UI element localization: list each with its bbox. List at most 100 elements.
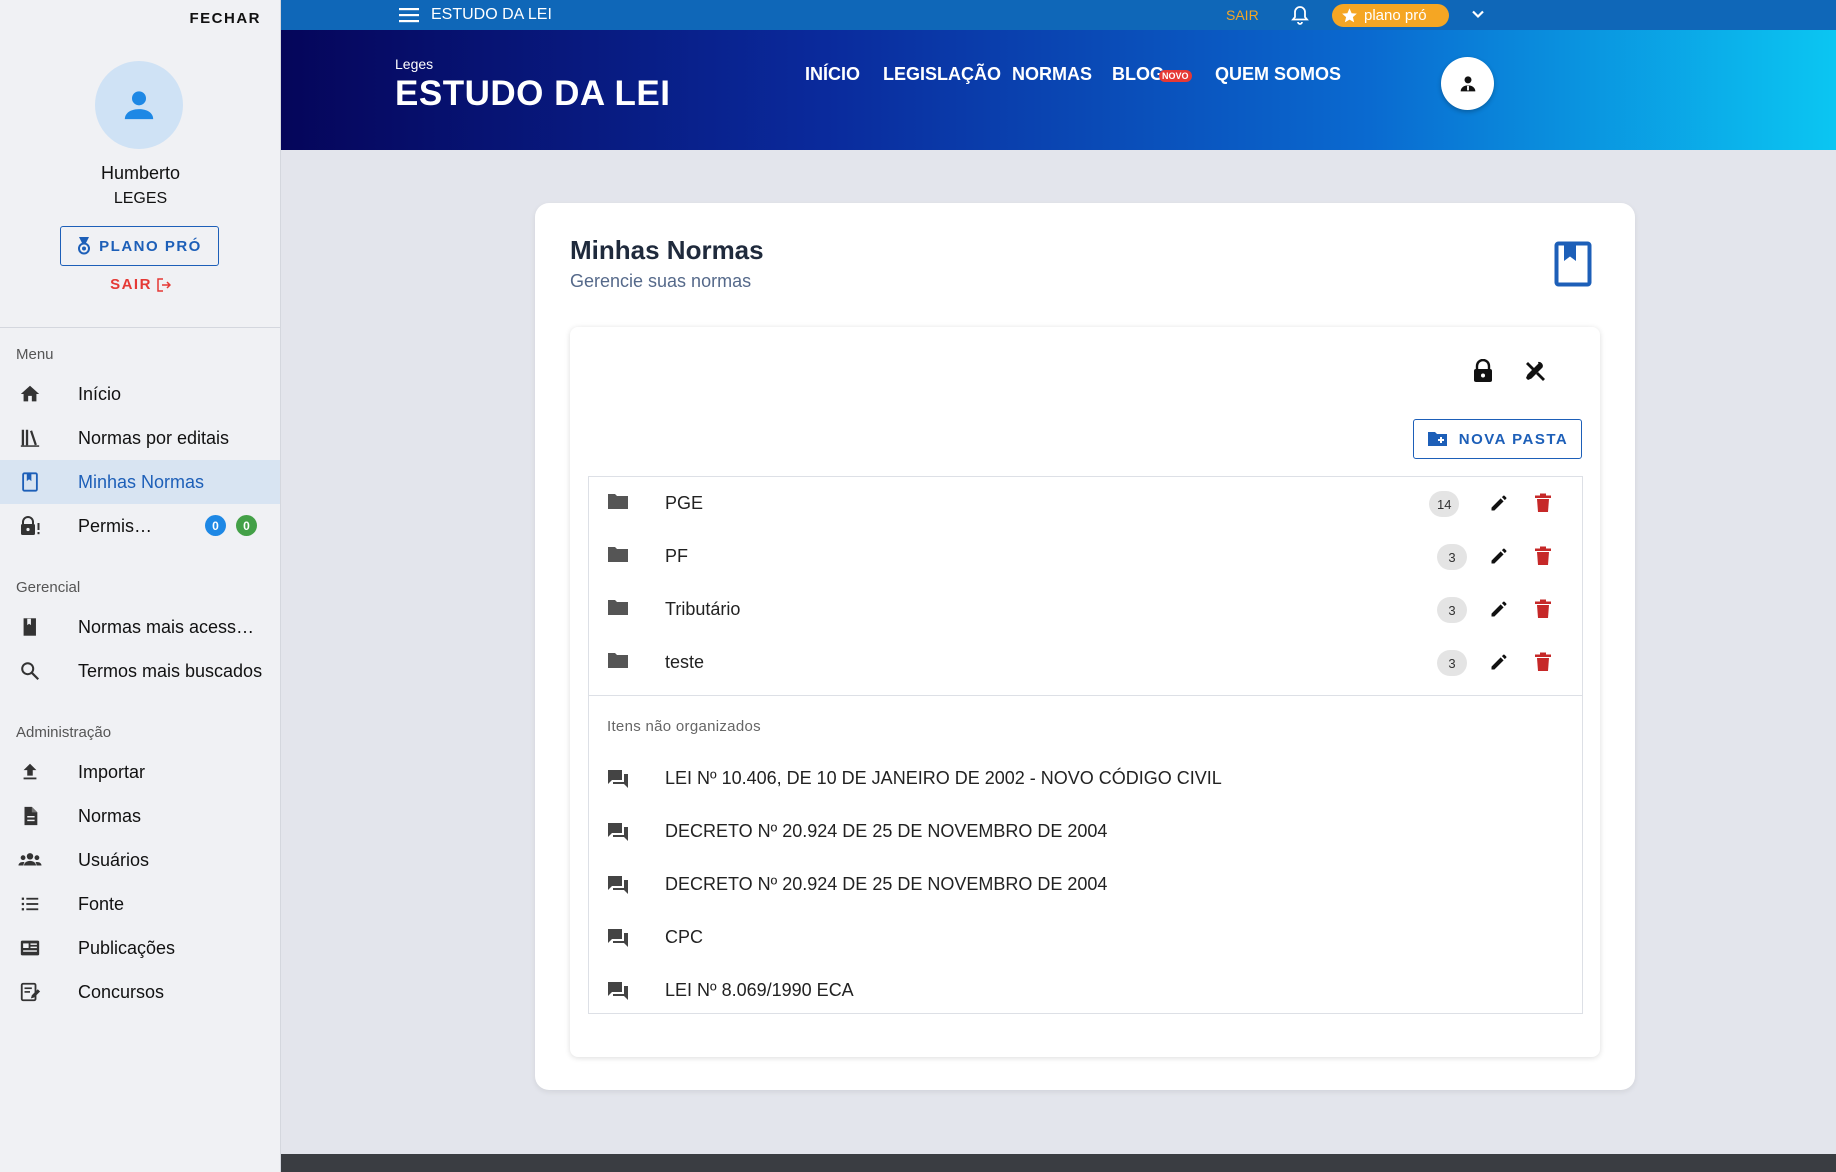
nova-pasta-label: NOVA PASTA [1458, 430, 1569, 448]
folder-row[interactable]: teste 3 [589, 636, 1582, 689]
avatar [95, 61, 183, 149]
unorganized-label: Itens não organizados [607, 718, 761, 735]
edit-icon[interactable] [1489, 546, 1509, 566]
menu-icon[interactable] [399, 6, 419, 24]
delete-icon[interactable] [1534, 493, 1552, 513]
list-item[interactable]: DECRETO Nº 20.924 DE 25 DE NOVEMBRO DE 2… [589, 807, 1582, 860]
edit-note-icon [18, 980, 42, 1004]
bookmark-icon [18, 470, 42, 494]
sidebar-divider [0, 327, 281, 328]
nav-blog[interactable]: BLOG [1112, 64, 1164, 85]
footer-bar [281, 1154, 1836, 1172]
user-account-icon [1460, 75, 1475, 91]
search-icon [18, 659, 42, 683]
item-name: LEI Nº 10.406, DE 10 DE JANEIRO DE 2002 … [665, 768, 1222, 788]
upload-icon [18, 760, 42, 784]
nova-pasta-button[interactable]: NOVA PASTA [1413, 419, 1582, 459]
bell-icon[interactable] [1291, 5, 1309, 25]
edit-icon[interactable] [1489, 599, 1509, 619]
sidebar-item-publicacoes[interactable]: Publicações [0, 926, 280, 970]
sidebar-item-label: Normas [78, 805, 142, 826]
nav-normas[interactable]: NORMAS [1012, 64, 1092, 85]
create-folder-icon [1427, 432, 1447, 446]
sair-link[interactable]: SAIR [0, 276, 281, 293]
nav-quem-somos[interactable]: QUEM SOMOS [1215, 64, 1341, 85]
plano-pro-label: PLANO PRÓ [99, 237, 202, 255]
sidebar-item-label: Concursos [78, 981, 165, 1002]
list-item[interactable]: LEI Nº 8.069/1990 ECA [589, 966, 1582, 1019]
user-name: Humberto [100, 163, 181, 183]
delete-icon[interactable] [1534, 599, 1552, 619]
sidebar-item-minhas-normas[interactable]: Minhas Normas [0, 460, 280, 504]
sidebar-item-inicio[interactable]: Início [0, 372, 280, 416]
folder-count-badge: 3 [1437, 650, 1467, 676]
item-name: LEI Nº 8.069/1990 ECA [665, 980, 854, 1000]
sidebar-item-concursos[interactable]: Concursos [0, 970, 280, 1014]
delete-icon[interactable] [1534, 652, 1552, 672]
sidebar-item-usuarios[interactable]: Usuários [0, 838, 280, 882]
permissions-badge-green: 0 [236, 515, 257, 536]
list-item[interactable]: DECRETO Nº 20.924 DE 25 DE NOVEMBRO DE 2… [589, 860, 1582, 913]
list-divider [589, 695, 1582, 696]
forum-icon [608, 770, 628, 788]
sidebar-item-label: Usuários [78, 849, 150, 870]
edit-icon[interactable] [1489, 652, 1509, 672]
normas-panel: NOVA PASTA PGE 14 PF 3 Tributário 3 test… [570, 327, 1600, 1057]
folder-name: PGE [665, 493, 704, 513]
plano-pro-pill[interactable]: plano pró [1332, 4, 1449, 27]
sidebar-item-permissoes[interactable]: Permissões 0 0 [0, 504, 280, 548]
folder-row[interactable]: PF 3 [589, 530, 1582, 583]
forum-icon [608, 982, 628, 1000]
forum-icon [608, 823, 628, 841]
tools-icon[interactable] [1523, 359, 1547, 383]
folder-row[interactable]: Tributário 3 [589, 583, 1582, 636]
brand-title[interactable]: ESTUDO DA LEI [395, 74, 671, 114]
sidebar-item-label: Normas mais acessadas [78, 616, 263, 637]
item-name: DECRETO Nº 20.924 DE 25 DE NOVEMBRO DE 2… [665, 874, 1108, 894]
profile-button[interactable] [1441, 57, 1494, 110]
sidebar-item-fonte[interactable]: Fonte [0, 882, 280, 926]
folder-row[interactable]: PGE 14 [589, 477, 1582, 530]
library-icon [18, 426, 42, 450]
plano-pro-button[interactable]: PLANO PRÓ [60, 226, 219, 266]
nav-inicio[interactable]: INÍCIO [805, 64, 860, 85]
folder-name: teste [665, 652, 705, 672]
top-sair-link[interactable]: SAIR [1226, 7, 1259, 23]
folder-icon [608, 600, 628, 615]
novo-badge: NOVO [1159, 70, 1192, 82]
sidebar-item-normas[interactable]: Normas [0, 794, 280, 838]
sidebar-item-label: Início [78, 383, 122, 404]
lock-icon[interactable] [1472, 359, 1494, 383]
item-name: DECRETO Nº 20.924 DE 25 DE NOVEMBRO DE 2… [665, 821, 1108, 841]
header-banner: Leges ESTUDO DA LEI INÍCIO LEGISLAÇÃO NO… [281, 30, 1836, 150]
folder-count-badge: 3 [1437, 597, 1467, 623]
page-title: Minhas Normas [570, 235, 764, 265]
list-item[interactable]: LEI Nº 10.406, DE 10 DE JANEIRO DE 2002 … [589, 754, 1582, 807]
list-item[interactable]: CPC [589, 913, 1582, 966]
sidebar-item-normas-editais[interactable]: Normas por editais [0, 416, 280, 460]
close-sidebar-button[interactable]: FECHAR [190, 10, 262, 27]
medal-icon [78, 237, 91, 255]
sidebar-item-normas-mais-acessadas[interactable]: Normas mais acessadas [0, 605, 280, 649]
section-gerencial-label: Gerencial [16, 579, 81, 596]
user-org: LEGES [113, 190, 168, 207]
chevron-down-icon[interactable] [1470, 6, 1486, 22]
permissions-badge-blue: 0 [205, 515, 226, 536]
section-menu-label: Menu [16, 346, 54, 363]
star-icon [1342, 8, 1357, 23]
edit-icon[interactable] [1489, 493, 1509, 513]
sair-label: SAIR [110, 276, 152, 293]
sidebar-item-termos-mais-buscados[interactable]: Termos mais buscados [0, 649, 280, 693]
item-name: CPC [665, 927, 704, 947]
sidebar-item-importar[interactable]: Importar [0, 750, 280, 794]
sidebar-item-label: Fonte [78, 893, 125, 914]
sidebar-item-label: Normas por editais [78, 427, 230, 448]
folder-name: PF [665, 546, 689, 566]
delete-icon[interactable] [1534, 546, 1552, 566]
logout-icon [157, 277, 171, 292]
list-icon [18, 892, 42, 916]
forum-icon [608, 876, 628, 894]
folder-icon [608, 547, 628, 562]
book-icon [18, 615, 42, 639]
nav-legislacao[interactable]: LEGISLAÇÃO [883, 64, 1001, 85]
